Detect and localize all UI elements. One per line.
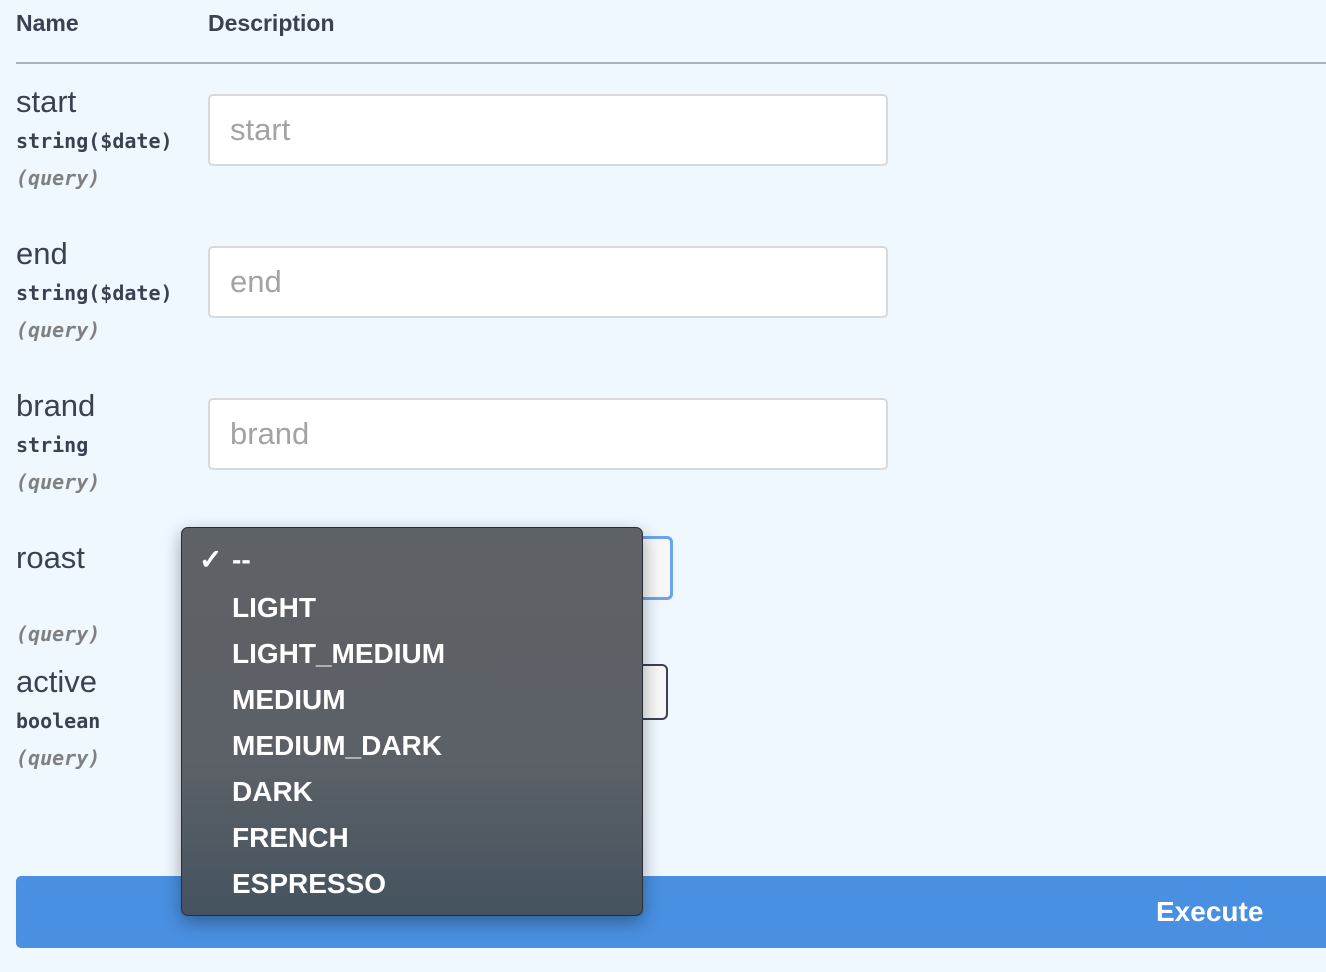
param-name: start — [16, 84, 77, 119]
param-brand: brand string (query) — [16, 388, 206, 495]
dropdown-option[interactable]: FRENCH — [232, 822, 349, 854]
param-active: active boolean (query) — [16, 664, 206, 771]
param-name: roast — [16, 540, 85, 575]
param-location: (query) — [16, 166, 101, 190]
dropdown-option[interactable]: DARK — [232, 776, 313, 808]
param-type: string($date) — [16, 281, 173, 305]
column-name-header: Name — [16, 10, 79, 36]
brand-input[interactable] — [208, 398, 888, 470]
param-name: brand — [16, 388, 96, 423]
param-name: end — [16, 236, 68, 271]
param-type: string — [16, 433, 89, 457]
dropdown-option[interactable]: LIGHT — [232, 592, 316, 624]
dropdown-option[interactable]: MEDIUM_DARK — [232, 730, 442, 762]
param-location: (query) — [16, 318, 101, 342]
param-type: string($date) — [16, 129, 173, 153]
dropdown-option[interactable]: ESPRESSO — [232, 868, 386, 900]
param-type: boolean — [16, 709, 101, 733]
parameters-table-header: Name Description — [16, 0, 1326, 64]
param-name: active — [16, 664, 97, 699]
dropdown-option[interactable]: MEDIUM — [232, 684, 346, 716]
param-end: end string($date) (query) — [16, 236, 206, 343]
start-input[interactable] — [208, 94, 888, 166]
roast-dropdown-menu: ✓ -- LIGHT LIGHT_MEDIUM MEDIUM MEDIUM_DA… — [181, 527, 643, 916]
param-location: (query) — [16, 470, 101, 494]
param-type — [16, 584, 206, 610]
end-input[interactable] — [208, 246, 888, 318]
param-roast: roast (query) — [16, 540, 206, 647]
param-start: start string($date) (query) — [16, 84, 206, 191]
dropdown-option[interactable]: LIGHT_MEDIUM — [232, 638, 445, 670]
column-description-header: Description — [208, 10, 335, 36]
execute-label: Execute — [1156, 896, 1264, 927]
checkmark-icon: ✓ — [199, 544, 223, 575]
param-location: (query) — [16, 622, 101, 646]
param-location: (query) — [16, 746, 101, 770]
dropdown-option[interactable]: -- — [232, 544, 251, 576]
